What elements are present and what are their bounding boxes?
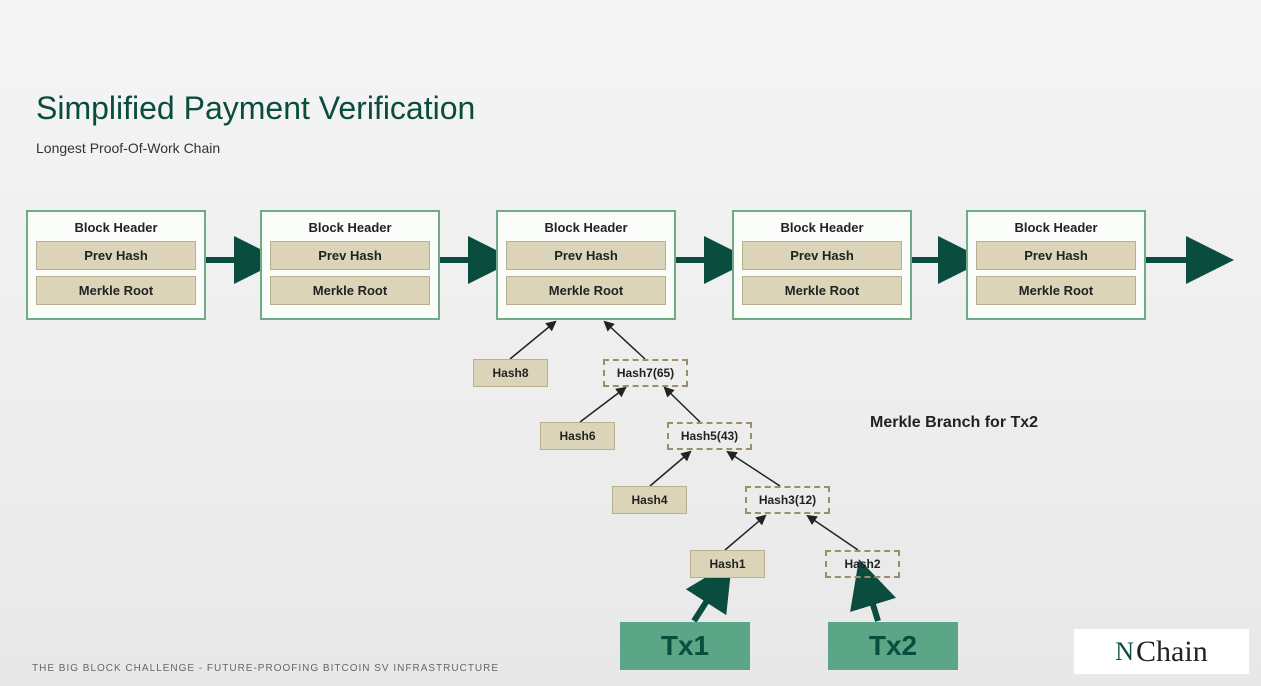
block-header-5: Block Header Prev Hash Merkle Root <box>966 210 1146 320</box>
slide-title: Simplified Payment Verification <box>36 90 475 127</box>
block-header-4: Block Header Prev Hash Merkle Root <box>732 210 912 320</box>
tx2-box: Tx2 <box>828 622 958 670</box>
prev-hash-field: Prev Hash <box>742 241 902 270</box>
hash4-node: Hash4 <box>612 486 687 514</box>
tx1-box: Tx1 <box>620 622 750 670</box>
prev-hash-field: Prev Hash <box>506 241 666 270</box>
block-header-title: Block Header <box>742 220 902 235</box>
hash5-node: Hash5(43) <box>667 422 752 450</box>
footer-caption: THE BIG BLOCK CHALLENGE - Future-proofin… <box>32 663 499 674</box>
merkle-root-field: Merkle Root <box>976 276 1136 305</box>
logo-prefix: N <box>1115 637 1134 667</box>
block-header-2: Block Header Prev Hash Merkle Root <box>260 210 440 320</box>
block-header-1: Block Header Prev Hash Merkle Root <box>26 210 206 320</box>
block-header-title: Block Header <box>36 220 196 235</box>
prev-hash-field: Prev Hash <box>976 241 1136 270</box>
slide-subtitle: Longest Proof-Of-Work Chain <box>36 140 220 156</box>
merkle-root-field: Merkle Root <box>36 276 196 305</box>
logo-main: Chain <box>1136 635 1208 669</box>
nchain-logo: NChain <box>1074 629 1249 674</box>
merkle-branch-label: Merkle Branch for Tx2 <box>870 414 1038 432</box>
block-header-title: Block Header <box>976 220 1136 235</box>
prev-hash-field: Prev Hash <box>270 241 430 270</box>
hash3-node: Hash3(12) <box>745 486 830 514</box>
block-header-3: Block Header Prev Hash Merkle Root <box>496 210 676 320</box>
hash6-node: Hash6 <box>540 422 615 450</box>
block-header-title: Block Header <box>270 220 430 235</box>
hash7-node: Hash7(65) <box>603 359 688 387</box>
prev-hash-field: Prev Hash <box>36 241 196 270</box>
merkle-root-field: Merkle Root <box>270 276 430 305</box>
merkle-root-field: Merkle Root <box>506 276 666 305</box>
block-header-title: Block Header <box>506 220 666 235</box>
merkle-root-field: Merkle Root <box>742 276 902 305</box>
hash8-node: Hash8 <box>473 359 548 387</box>
hash2-node: Hash2 <box>825 550 900 578</box>
hash1-node: Hash1 <box>690 550 765 578</box>
